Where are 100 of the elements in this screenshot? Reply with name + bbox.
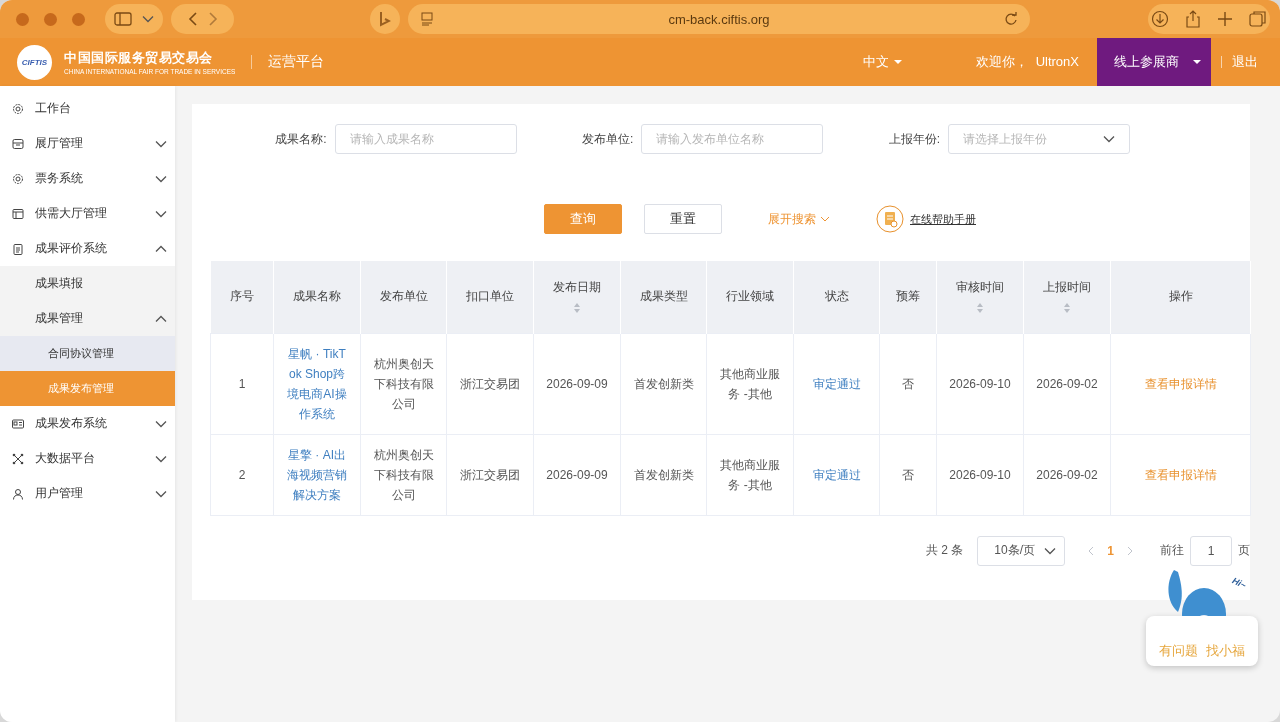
sort-icon[interactable] <box>976 302 984 315</box>
table-cell: 杭州奥创天下科技有限公司 <box>373 447 434 502</box>
table-cell: 其他商业服务 -其他 <box>720 366 780 401</box>
maximize-window-icon[interactable] <box>72 12 85 26</box>
tray-icon <box>12 137 24 150</box>
caret-icon <box>1103 135 1115 143</box>
chevron-icon <box>155 489 167 498</box>
chevron-icon <box>155 419 167 428</box>
goto-label: 前往 <box>1160 542 1184 559</box>
welcome-text: 欢迎你， UltronX <box>976 53 1079 71</box>
column-header: 上报时间 <box>1043 280 1091 295</box>
table-cell: 首发创新类 <box>633 376 694 391</box>
table-cell: 否 <box>902 467 914 482</box>
column-header: 发布单位 <box>379 289 428 304</box>
sidebar-toggle-button[interactable] <box>105 4 163 34</box>
plus-icon[interactable] <box>1217 11 1233 27</box>
column-header: 状态 <box>824 289 849 304</box>
page-icon <box>420 12 434 26</box>
chevron-icon <box>155 454 167 463</box>
sidebar-item[interactable]: 供需大厅管理 <box>0 196 175 231</box>
column-header: 审核时间 <box>956 280 1004 295</box>
filter-label: 成果名称: <box>275 130 327 148</box>
table-cell: 2026-09-09 <box>546 376 608 391</box>
table-cell: 2026-09-02 <box>1036 376 1098 391</box>
logo-title: 中国国际服务贸易交易会 <box>64 49 214 67</box>
table-cell: 否 <box>902 376 914 391</box>
chevron-icon <box>155 209 167 218</box>
sidebar-item[interactable]: 成果评价系统 <box>0 231 175 266</box>
page-size-select[interactable]: 10条/页 <box>977 535 1066 566</box>
next-page-icon[interactable] <box>1126 544 1134 557</box>
helper-caption: 有问题 <box>1159 642 1198 660</box>
gear-icon <box>12 172 24 185</box>
sidebar-item[interactable]: 成果发布系统 <box>0 406 175 441</box>
table-cell: 首发创新类 <box>633 467 694 482</box>
sidebar-item[interactable]: 成果管理 <box>0 301 175 336</box>
table-cell: 2026-09-10 <box>949 376 1011 391</box>
id-card-icon <box>12 417 24 430</box>
sidebar-item[interactable]: 成果填报 <box>0 266 175 301</box>
column-header: 操作 <box>1168 289 1193 304</box>
column-header: 成果名称 <box>293 289 341 304</box>
column-header: 发布日期 <box>553 280 601 295</box>
user-icon <box>12 487 24 500</box>
sort-icon[interactable] <box>573 302 581 315</box>
sidebar-icon <box>114 12 132 26</box>
window-icon <box>12 207 24 220</box>
column-header: 预筹 <box>896 289 920 304</box>
platform-title: 运营平台 <box>268 53 325 71</box>
status-link[interactable]: 审定通过 <box>806 373 867 394</box>
role-dropdown[interactable]: 线上参展商 <box>1097 38 1211 86</box>
column-header: 序号 <box>229 289 254 304</box>
table-cell: 2 <box>238 467 246 482</box>
gear-icon <box>12 102 24 115</box>
chevron-icon <box>155 314 167 323</box>
reload-icon[interactable] <box>1004 12 1018 26</box>
share-icon[interactable] <box>1185 10 1201 28</box>
sidebar-item[interactable]: 合同协议管理 <box>0 336 175 371</box>
table-cell: 1 <box>238 376 246 391</box>
download-icon[interactable] <box>1151 10 1169 28</box>
network-icon <box>12 452 24 465</box>
url-text: cm-back.ciftis.org <box>668 11 770 27</box>
chevron-icon <box>820 216 830 222</box>
table-cell: 浙江交易团 <box>460 376 520 391</box>
status-link[interactable]: 审定通过 <box>806 464 867 485</box>
sidebar-item[interactable]: 用户管理 <box>0 476 175 511</box>
browser-extension-icon[interactable] <box>370 4 400 34</box>
column-header: 扣口单位 <box>466 289 514 304</box>
table-cell: 杭州奥创天下科技有限公司 <box>373 356 434 411</box>
total-count: 共 2 条 <box>925 542 964 559</box>
greeting-text: Hi~ <box>1230 575 1248 591</box>
filter-label: 发布单位: <box>582 130 634 148</box>
navigation-buttons[interactable] <box>171 4 234 34</box>
tabs-icon[interactable] <box>1249 10 1267 28</box>
page-unit: 页 <box>1238 542 1250 559</box>
filter-label: 上报年份: <box>888 130 940 148</box>
table-cell: 2026-09-10 <box>949 467 1011 482</box>
help-manual-link[interactable]: 在线帮助手册 <box>910 211 976 227</box>
helper-caption: 找小福 <box>1206 642 1245 660</box>
page-input[interactable]: 1 <box>1190 535 1232 566</box>
minimize-window-icon[interactable] <box>44 12 57 26</box>
table-cell: 浙江交易团 <box>460 467 520 482</box>
sidebar-item[interactable]: 工作台 <box>0 91 175 126</box>
reset-button[interactable]: 重置 <box>644 204 722 234</box>
column-header: 行业领域 <box>726 289 774 304</box>
close-window-icon[interactable] <box>16 12 29 26</box>
chevron-icon <box>155 174 167 183</box>
sidebar-item[interactable]: 展厅管理 <box>0 126 175 161</box>
table-cell: 2026-09-02 <box>1036 467 1098 482</box>
column-header: 成果类型 <box>639 289 688 304</box>
table-cell: 其他商业服务 -其他 <box>720 457 780 492</box>
sort-icon[interactable] <box>1063 302 1071 315</box>
sidebar-item[interactable]: 票务系统 <box>0 161 175 196</box>
table-cell: 2026-09-09 <box>546 467 608 482</box>
address-bar[interactable]: cm-back.ciftis.org <box>408 4 1030 34</box>
chevron-icon <box>155 139 167 148</box>
chevron-icon <box>155 244 167 253</box>
previous-page-icon[interactable] <box>1087 544 1096 557</box>
sidebar-item[interactable]: 大数据平台 <box>0 441 175 476</box>
manual-icon <box>876 205 904 233</box>
caret-icon <box>142 15 154 23</box>
caret-icon <box>1044 546 1057 555</box>
